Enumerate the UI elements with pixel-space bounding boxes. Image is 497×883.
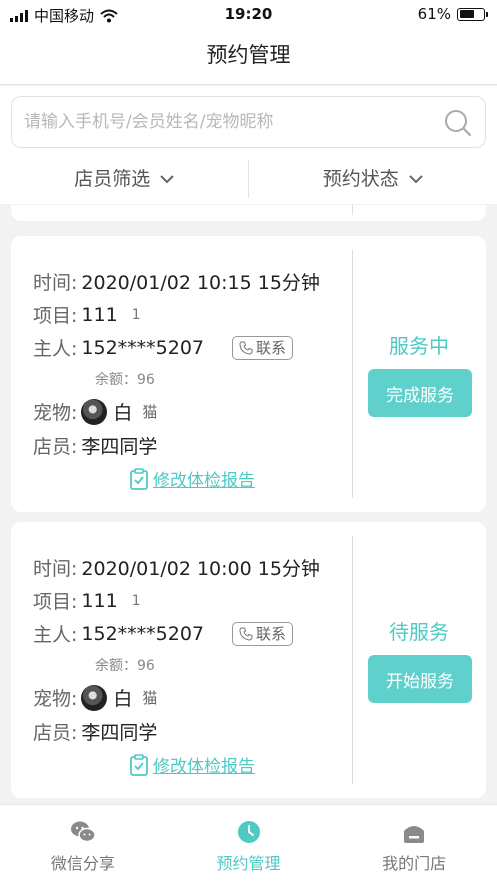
battery-fill <box>459 10 474 18</box>
chevron-down-icon <box>160 175 174 184</box>
owner-label: 主人: <box>33 338 78 360</box>
pet-kind: 猫 <box>142 403 158 421</box>
pet-avatar <box>81 398 108 425</box>
battery-icon <box>457 7 488 21</box>
tab-my-store[interactable]: 我的门店 <box>331 805 497 883</box>
staff-row: 店员: 李四同学 <box>33 718 157 745</box>
complete-service-button[interactable]: 完成服务 <box>368 369 472 417</box>
pet-avatar <box>81 684 108 711</box>
status-filter[interactable]: 预约状态 <box>249 156 497 202</box>
owner-label: 主人: <box>33 624 78 646</box>
item-count: 1 <box>131 592 141 609</box>
pet-row: 宠物: 白 猫 <box>33 684 157 711</box>
edit-report-label: 修改体检报告 <box>153 757 255 777</box>
staff-label: 店员: <box>33 436 78 458</box>
item-row: 项目: 111 1 <box>33 301 141 328</box>
search-section: 店员筛选 预约状态 <box>0 86 497 204</box>
filter-bar: 店员筛选 预约状态 <box>0 156 497 202</box>
search-input[interactable] <box>12 97 422 147</box>
pet-label: 宠物: <box>33 402 78 424</box>
contact-button[interactable]: 联系 <box>232 335 294 360</box>
tab-label: 微信分享 <box>50 854 115 873</box>
tab-bar: 微信分享 预约管理 我的门店 <box>0 804 497 883</box>
item-count: 1 <box>131 306 141 323</box>
edit-report-label: 修改体检报告 <box>153 471 255 491</box>
time-row: 时间: 2020/01/02 10:00 15分钟 <box>33 554 320 581</box>
time-row: 时间: 2020/01/02 10:15 15分钟 <box>33 268 320 295</box>
tab-appointments[interactable]: 预约管理 <box>166 805 332 883</box>
balance: 余额：96 <box>95 658 155 674</box>
staff-row: 店员: 李四同学 <box>33 432 157 459</box>
time-value: 2020/01/02 10:00 15分钟 <box>81 558 320 580</box>
battery-percent: 61% <box>417 5 451 23</box>
item-label: 项目: <box>33 305 78 327</box>
tab-label: 预约管理 <box>216 854 281 873</box>
card-divider <box>352 250 353 498</box>
pet-row: 宠物: 白 猫 <box>33 398 157 425</box>
time-value: 2020/01/02 10:15 15分钟 <box>81 272 320 294</box>
wechat-icon <box>70 821 96 843</box>
status-right: 61% <box>417 5 488 23</box>
owner-row: 主人: 152****5207 联系 <box>33 620 294 647</box>
chevron-down-icon <box>409 175 423 184</box>
owner-row: 主人: 152****5207 联系 <box>33 334 294 361</box>
pet-name: 白 <box>113 402 133 424</box>
status-filter-label: 预约状态 <box>322 168 399 190</box>
card-divider <box>352 536 353 784</box>
contact-button[interactable]: 联系 <box>232 621 294 646</box>
item-row: 项目: 111 1 <box>33 587 141 614</box>
start-service-button[interactable]: 开始服务 <box>368 655 472 703</box>
appointment-card: 时间: 2020/01/02 10:15 15分钟 项目: 111 1 主人: … <box>11 236 486 512</box>
owner-phone: 152****5207 <box>81 336 205 359</box>
appointment-card-partial <box>11 205 486 221</box>
service-state: 服务中 <box>389 334 449 358</box>
staff-filter[interactable]: 店员筛选 <box>0 156 249 202</box>
pet-name: 白 <box>113 688 133 710</box>
edit-report-link[interactable]: 修改体检报告 <box>129 466 255 491</box>
staff-name: 李四同学 <box>81 722 158 744</box>
pet-kind: 猫 <box>142 689 158 707</box>
page-title: 预约管理 <box>206 43 291 67</box>
card-divider <box>352 205 353 215</box>
phone-icon <box>239 627 253 641</box>
edit-report-link[interactable]: 修改体检报告 <box>129 752 255 777</box>
staff-label: 店员: <box>33 722 78 744</box>
phone-icon <box>239 341 253 355</box>
clock-icon <box>237 821 260 843</box>
staff-filter-label: 店员筛选 <box>74 168 151 190</box>
tab-wechat-share[interactable]: 微信分享 <box>0 805 166 883</box>
item-value: 111 <box>81 303 118 326</box>
nav-bar: 预约管理 <box>0 30 497 85</box>
item-value: 111 <box>81 589 118 612</box>
filter-divider <box>248 160 249 198</box>
tab-label: 我的门店 <box>382 854 447 873</box>
time-label: 时间: <box>33 272 78 294</box>
search-box <box>11 96 486 148</box>
item-label: 项目: <box>33 591 78 613</box>
clipboard-check-icon <box>130 753 148 776</box>
contact-label: 联系 <box>256 625 287 643</box>
appointment-card: 时间: 2020/01/02 10:00 15分钟 项目: 111 1 主人: … <box>11 522 486 798</box>
pet-label: 宠物: <box>33 688 78 710</box>
owner-phone: 152****5207 <box>81 622 205 645</box>
store-icon <box>404 826 425 843</box>
status-bar: 中国移动 19:20 61% <box>0 0 497 30</box>
time-label: 时间: <box>33 558 78 580</box>
search-icon[interactable] <box>443 108 473 138</box>
service-state: 待服务 <box>389 620 449 644</box>
clipboard-check-icon <box>130 467 148 490</box>
balance: 余额：96 <box>95 372 155 388</box>
contact-label: 联系 <box>256 339 287 357</box>
staff-name: 李四同学 <box>81 436 158 458</box>
